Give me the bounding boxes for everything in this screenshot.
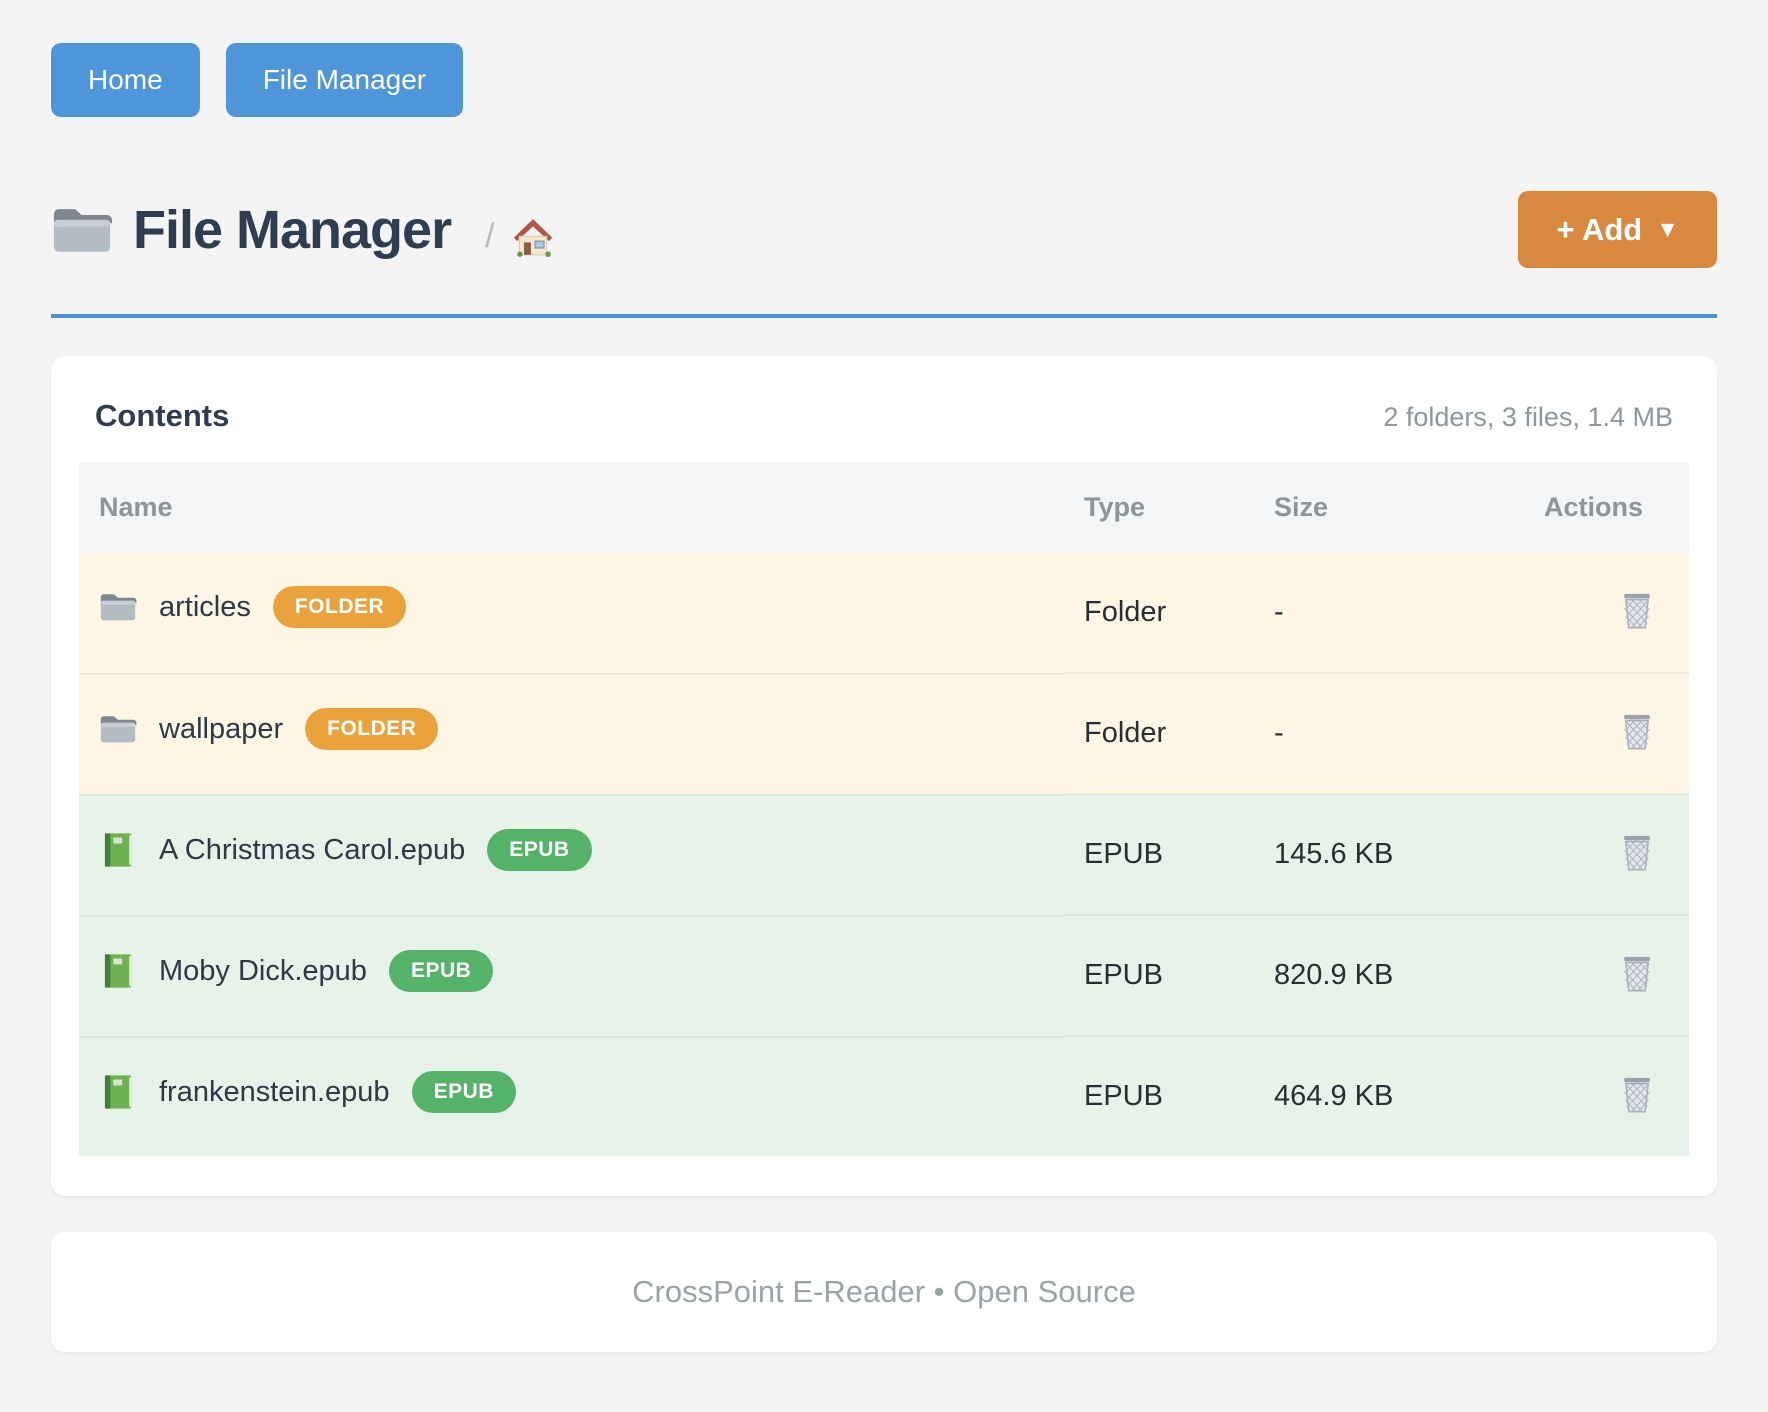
name-cell[interactable]: Moby Dick.epub EPUB xyxy=(79,915,1064,1025)
wastebasket-icon xyxy=(1619,740,1655,755)
chevron-down-icon: ▼ xyxy=(1656,216,1679,243)
table-row[interactable]: wallpaper FOLDER Folder - xyxy=(79,673,1689,794)
delete-button[interactable] xyxy=(1615,828,1659,877)
accent-divider xyxy=(51,314,1717,318)
header-actions: Actions xyxy=(1524,462,1689,553)
contents-summary: 2 folders, 3 files, 1.4 MB xyxy=(1383,402,1673,433)
folder-icon xyxy=(99,710,137,748)
folder-icon xyxy=(51,202,113,258)
type-badge: FOLDER xyxy=(273,586,406,628)
file-name: wallpaper xyxy=(159,713,283,746)
table-row[interactable]: A Christmas Carol.epub EPUB EPUB 145.6 K… xyxy=(79,794,1689,915)
header-type: Type xyxy=(1064,462,1254,553)
size-cell: 145.6 KB xyxy=(1254,794,1524,915)
green-book-icon xyxy=(99,952,137,990)
contents-title: Contents xyxy=(95,398,229,434)
footer-card: CrossPoint E-Reader • Open Source xyxy=(51,1232,1717,1352)
actions-cell xyxy=(1524,915,1689,1036)
file-name: A Christmas Carol.epub xyxy=(159,834,465,867)
header-size: Size xyxy=(1254,462,1524,553)
type-cell: Folder xyxy=(1064,673,1254,794)
name-cell[interactable]: wallpaper FOLDER xyxy=(79,673,1064,783)
wastebasket-icon xyxy=(1619,982,1655,997)
file-table-head: Name Type Size Actions xyxy=(79,462,1689,553)
breadcrumb: / xyxy=(485,215,554,259)
size-cell: 464.9 KB xyxy=(1254,1036,1524,1156)
page-title: File Manager xyxy=(133,199,451,261)
folder-icon xyxy=(99,588,137,626)
add-button-label: + Add xyxy=(1556,212,1642,248)
delete-button[interactable] xyxy=(1615,949,1659,998)
table-row[interactable]: articles FOLDER Folder - xyxy=(79,553,1689,673)
nav-file-manager-button[interactable]: File Manager xyxy=(226,43,463,117)
size-cell: - xyxy=(1254,553,1524,673)
file-name: Moby Dick.epub xyxy=(159,955,367,988)
page-header: File Manager / + Add ▼ xyxy=(51,191,1717,268)
type-cell: EPUB xyxy=(1064,915,1254,1036)
type-badge: EPUB xyxy=(412,1071,516,1113)
type-badge: EPUB xyxy=(389,950,493,992)
title-group: File Manager / xyxy=(51,199,1518,261)
delete-button[interactable] xyxy=(1615,707,1659,756)
breadcrumb-separator: / xyxy=(485,217,494,256)
file-table: Name Type Size Actions xyxy=(79,462,1689,1156)
wastebasket-icon xyxy=(1619,1103,1655,1118)
file-name: frankenstein.epub xyxy=(159,1076,390,1109)
file-name: articles xyxy=(159,591,251,624)
file-table-body: articles FOLDER Folder - xyxy=(79,553,1689,1156)
name-cell[interactable]: A Christmas Carol.epub EPUB xyxy=(79,794,1064,904)
wastebasket-icon xyxy=(1619,861,1655,876)
header-name: Name xyxy=(79,462,1064,553)
name-cell[interactable]: frankenstein.epub EPUB xyxy=(79,1036,1064,1146)
nav-home-button[interactable]: Home xyxy=(51,43,200,117)
contents-card: Contents 2 folders, 3 files, 1.4 MB Name… xyxy=(51,356,1717,1196)
actions-cell xyxy=(1524,1036,1689,1156)
house-icon xyxy=(511,215,555,259)
type-badge: FOLDER xyxy=(305,708,438,750)
green-book-icon xyxy=(99,831,137,869)
delete-button[interactable] xyxy=(1615,1070,1659,1119)
size-cell: - xyxy=(1254,673,1524,794)
actions-cell xyxy=(1524,553,1689,673)
top-nav: Home File Manager xyxy=(51,43,1717,117)
wastebasket-icon xyxy=(1619,619,1655,634)
delete-button[interactable] xyxy=(1615,586,1659,635)
contents-card-header: Contents 2 folders, 3 files, 1.4 MB xyxy=(79,386,1689,462)
footer-text: CrossPoint E-Reader • Open Source xyxy=(632,1274,1136,1309)
table-row[interactable]: frankenstein.epub EPUB EPUB 464.9 KB xyxy=(79,1036,1689,1156)
size-cell: 820.9 KB xyxy=(1254,915,1524,1036)
table-row[interactable]: Moby Dick.epub EPUB EPUB 820.9 KB xyxy=(79,915,1689,1036)
type-cell: EPUB xyxy=(1064,1036,1254,1156)
add-button[interactable]: + Add ▼ xyxy=(1518,191,1717,268)
green-book-icon xyxy=(99,1073,137,1111)
actions-cell xyxy=(1524,794,1689,915)
type-cell: Folder xyxy=(1064,553,1254,673)
page: Home File Manager File Manager / xyxy=(0,0,1768,1412)
type-badge: EPUB xyxy=(487,829,591,871)
actions-cell xyxy=(1524,673,1689,794)
type-cell: EPUB xyxy=(1064,794,1254,915)
breadcrumb-home-link[interactable] xyxy=(511,215,555,259)
name-cell[interactable]: articles FOLDER xyxy=(79,553,1064,661)
